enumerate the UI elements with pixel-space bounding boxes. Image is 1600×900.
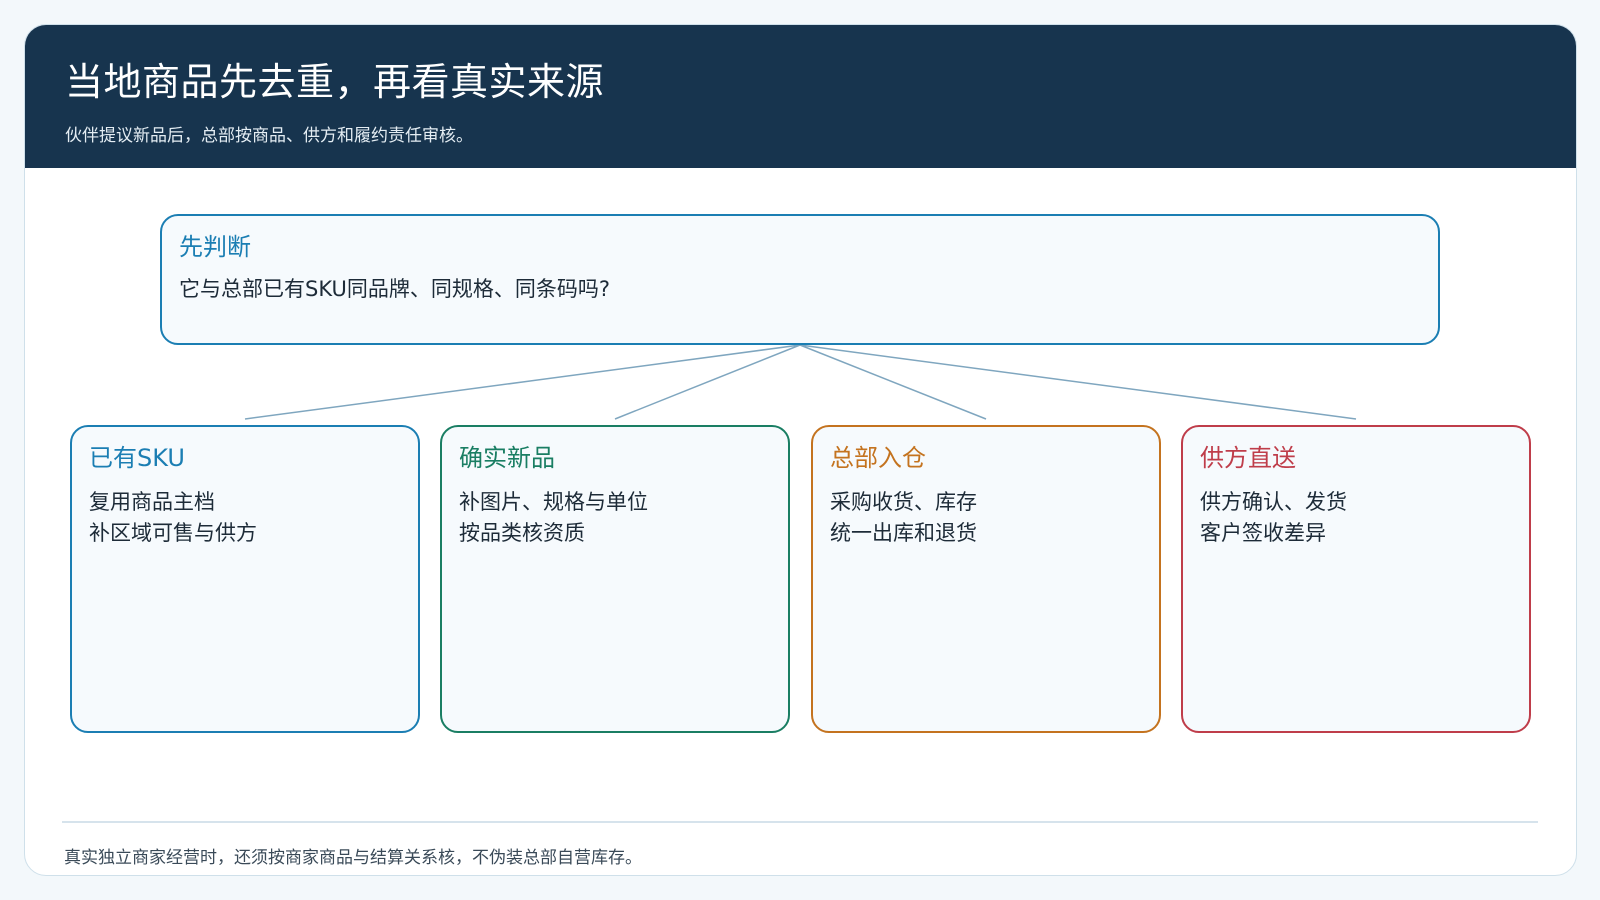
branch-new-product: 确实新品 补图片、规格与单位 按品类核资质 xyxy=(440,425,790,733)
branch-title: 确实新品 xyxy=(459,444,555,472)
page-subtitle: 伙伴提议新品后，总部按商品、供方和履约责任审核。 xyxy=(65,126,473,146)
header-banner: 当地商品先去重，再看真实来源 伙伴提议新品后，总部按商品、供方和履约责任审核。 xyxy=(25,25,1576,168)
branch-title: 供方直送 xyxy=(1200,444,1296,472)
question-title: 先判断 xyxy=(179,233,251,261)
branch-line: 补区域可售与供方 xyxy=(89,521,257,545)
branch-line: 客户签收差异 xyxy=(1200,521,1326,545)
branch-line: 采购收货、库存 xyxy=(830,490,977,514)
branch-hq-warehouse: 总部入仓 采购收货、库存 统一出库和退货 xyxy=(811,425,1161,733)
branch-line: 按品类核资质 xyxy=(459,521,585,545)
footer-divider xyxy=(62,821,1538,823)
branch-line: 复用商品主档 xyxy=(89,490,215,514)
branch-line: 供方确认、发货 xyxy=(1200,490,1347,514)
branch-existing-sku: 已有SKU 复用商品主档 补区域可售与供方 xyxy=(70,425,420,733)
branch-supplier-direct: 供方直送 供方确认、发货 客户签收差异 xyxy=(1181,425,1531,733)
question-text: 它与总部已有SKU同品牌、同规格、同条码吗? xyxy=(179,277,611,301)
decision-question-box: 先判断 它与总部已有SKU同品牌、同规格、同条码吗? xyxy=(160,214,1440,345)
branch-title: 总部入仓 xyxy=(830,444,926,472)
branch-line: 统一出库和退货 xyxy=(830,521,977,545)
branch-title: 已有SKU xyxy=(89,444,185,472)
page-title: 当地商品先去重，再看真实来源 xyxy=(65,60,605,104)
branch-line: 补图片、规格与单位 xyxy=(459,490,648,514)
footnote: 真实独立商家经营时，还须按商家商品与结算关系核，不伪装总部自营库存。 xyxy=(64,848,642,868)
